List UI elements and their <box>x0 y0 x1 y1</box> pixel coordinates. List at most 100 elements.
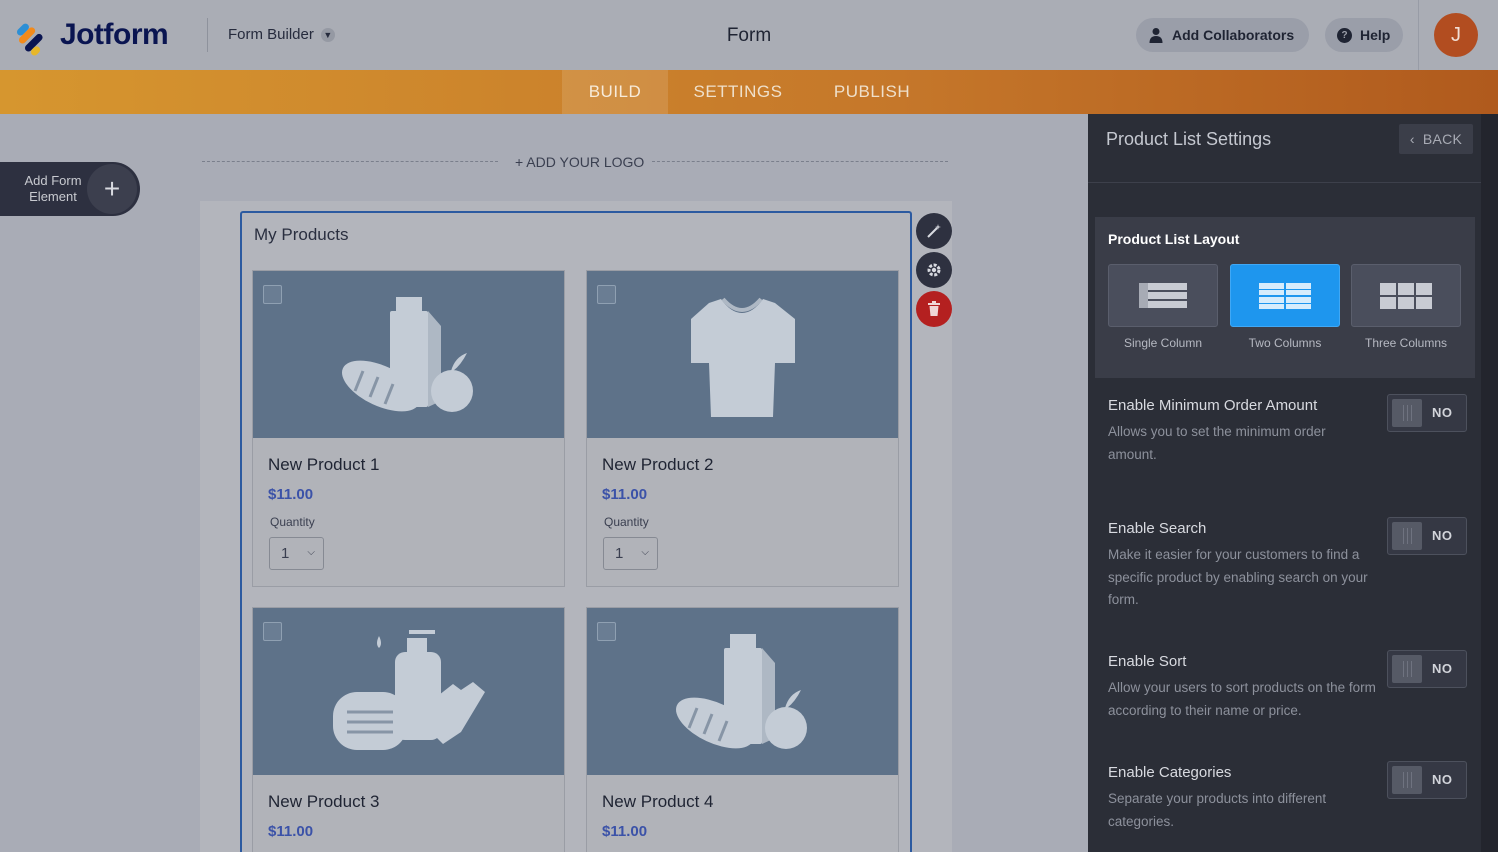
product-card[interactable]: New Product 4 $11.00 <box>586 607 899 852</box>
toggle-value: NO <box>1432 661 1453 676</box>
setting-sort-title: Enable Sort <box>1108 653 1187 670</box>
toggle-knob <box>1392 399 1422 427</box>
quantity-select[interactable]: 1 ⌵ <box>603 537 658 570</box>
toggle-knob <box>1392 655 1422 683</box>
magic-wand-button[interactable] <box>916 213 952 249</box>
sort-toggle[interactable]: NO <box>1387 650 1467 688</box>
product-price: $11.00 <box>268 486 314 503</box>
product-image <box>253 271 564 438</box>
form-title[interactable]: Form <box>727 25 771 46</box>
minimum-order-toggle[interactable]: NO <box>1387 394 1467 432</box>
header-divider <box>207 18 208 52</box>
product-card[interactable]: New Product 3 $11.00 <box>252 607 565 852</box>
layout-three-columns-label: Three Columns <box>1364 336 1448 350</box>
product-checkbox[interactable] <box>263 285 282 304</box>
back-label: BACK <box>1422 131 1463 147</box>
product-price: $11.00 <box>602 823 648 840</box>
panel-scrollbar[interactable] <box>1481 114 1498 852</box>
add-form-element-label: Add Form Element <box>24 173 82 204</box>
logo-dashed-line-right <box>652 161 948 162</box>
quantity-select[interactable]: 1 ⌵ <box>269 537 324 570</box>
setting-categories-title: Enable Categories <box>1108 764 1232 781</box>
product-price: $11.00 <box>268 823 314 840</box>
plus-icon: + <box>87 164 137 214</box>
header-separator <box>1418 0 1419 70</box>
builder-nav: BUILD SETTINGS PUBLISH <box>0 70 1498 114</box>
form-builder-dropdown[interactable]: Form Builder ▼ <box>228 26 335 43</box>
top-header: Jotform Form Builder ▼ Form Add Collabor… <box>0 0 1498 70</box>
layout-two-columns-label: Two Columns <box>1248 336 1322 350</box>
grocery-icon <box>342 297 473 412</box>
field-label[interactable]: My Products <box>254 225 348 245</box>
hygiene-icon <box>333 630 485 750</box>
product-name: New Product 3 <box>268 792 380 811</box>
layout-single-column-label: Single Column <box>1123 336 1203 350</box>
product-card[interactable]: New Product 2 $11.00 Quantity 1 ⌵ <box>586 270 899 587</box>
chevron-left-icon: ‹ <box>1409 131 1415 147</box>
back-button[interactable]: ‹ BACK <box>1399 124 1473 154</box>
chevron-down-icon: ⌵ <box>641 547 649 558</box>
product-image <box>587 608 898 775</box>
help-button[interactable]: ? Help <box>1325 18 1403 52</box>
tab-settings[interactable]: SETTINGS <box>682 70 794 114</box>
gear-icon <box>927 263 941 277</box>
single-column-icon <box>1139 282 1187 308</box>
product-price: $11.00 <box>602 486 648 503</box>
quantity-value: 1 <box>615 545 624 562</box>
grocery-icon <box>676 634 807 749</box>
tshirt-icon <box>691 297 795 417</box>
two-columns-icon <box>1259 282 1311 309</box>
chevron-down-icon: ▼ <box>320 27 335 42</box>
setting-minimum-order-desc: Allows you to set the minimum order amou… <box>1108 424 1326 462</box>
add-form-element-button[interactable]: Add Form Element + <box>0 162 140 216</box>
field-settings-button[interactable] <box>916 252 952 288</box>
toggle-knob <box>1392 522 1422 550</box>
question-icon: ? <box>1337 27 1352 43</box>
setting-search-title: Enable Search <box>1108 520 1207 537</box>
avatar[interactable]: J <box>1434 13 1478 57</box>
product-name: New Product 4 <box>602 792 714 811</box>
add-logo-link[interactable]: + ADD YOUR LOGO <box>515 154 644 170</box>
product-card[interactable]: New Product 1 $11.00 Quantity 1 ⌵ <box>252 270 565 587</box>
add-collaborators-button[interactable]: Add Collaborators <box>1136 18 1309 52</box>
product-image <box>587 271 898 438</box>
magic-wand-icon <box>927 224 941 238</box>
jotform-logo[interactable]: Jotform <box>15 18 169 57</box>
three-columns-icon <box>1380 282 1432 309</box>
search-toggle[interactable]: NO <box>1387 517 1467 555</box>
toggle-value: NO <box>1432 405 1453 420</box>
jotform-logo-icon <box>15 19 50 57</box>
form-builder-label: Form Builder <box>228 26 314 43</box>
panel-divider <box>1088 182 1481 183</box>
brand-name: Jotform <box>60 18 169 51</box>
product-name: New Product 1 <box>268 455 380 474</box>
trash-icon <box>928 301 940 316</box>
quantity-label: Quantity <box>270 515 315 529</box>
product-checkbox[interactable] <box>597 622 616 641</box>
layout-single-column[interactable] <box>1108 264 1218 327</box>
product-checkbox[interactable] <box>263 622 282 641</box>
delete-field-button[interactable] <box>916 291 952 327</box>
help-label: Help <box>1360 27 1391 43</box>
panel-title: Product List Settings <box>1106 129 1272 149</box>
product-checkbox[interactable] <box>597 285 616 304</box>
setting-minimum-order-title: Enable Minimum Order Amount <box>1108 397 1318 414</box>
setting-categories-desc: Separate your products into different ca… <box>1108 791 1327 829</box>
layout-two-columns[interactable] <box>1230 264 1340 327</box>
product-image <box>253 608 564 775</box>
toggle-knob <box>1392 766 1422 794</box>
toggle-value: NO <box>1432 528 1453 543</box>
logo-dashed-line-left <box>202 161 498 162</box>
categories-toggle[interactable]: NO <box>1387 761 1467 799</box>
product-name: New Product 2 <box>602 455 714 474</box>
add-collaborators-label: Add Collaborators <box>1172 27 1295 43</box>
layout-three-columns[interactable] <box>1351 264 1461 327</box>
user-icon <box>1149 28 1163 43</box>
quantity-value: 1 <box>281 545 290 562</box>
toggle-value: NO <box>1432 772 1453 787</box>
tab-publish[interactable]: PUBLISH <box>820 70 924 114</box>
chevron-down-icon: ⌵ <box>307 547 315 558</box>
setting-search-desc: Make it easier for your customers to fin… <box>1108 547 1368 607</box>
tab-build[interactable]: BUILD <box>562 70 668 114</box>
setting-sort-desc: Allow your users to sort products on the… <box>1108 680 1376 718</box>
